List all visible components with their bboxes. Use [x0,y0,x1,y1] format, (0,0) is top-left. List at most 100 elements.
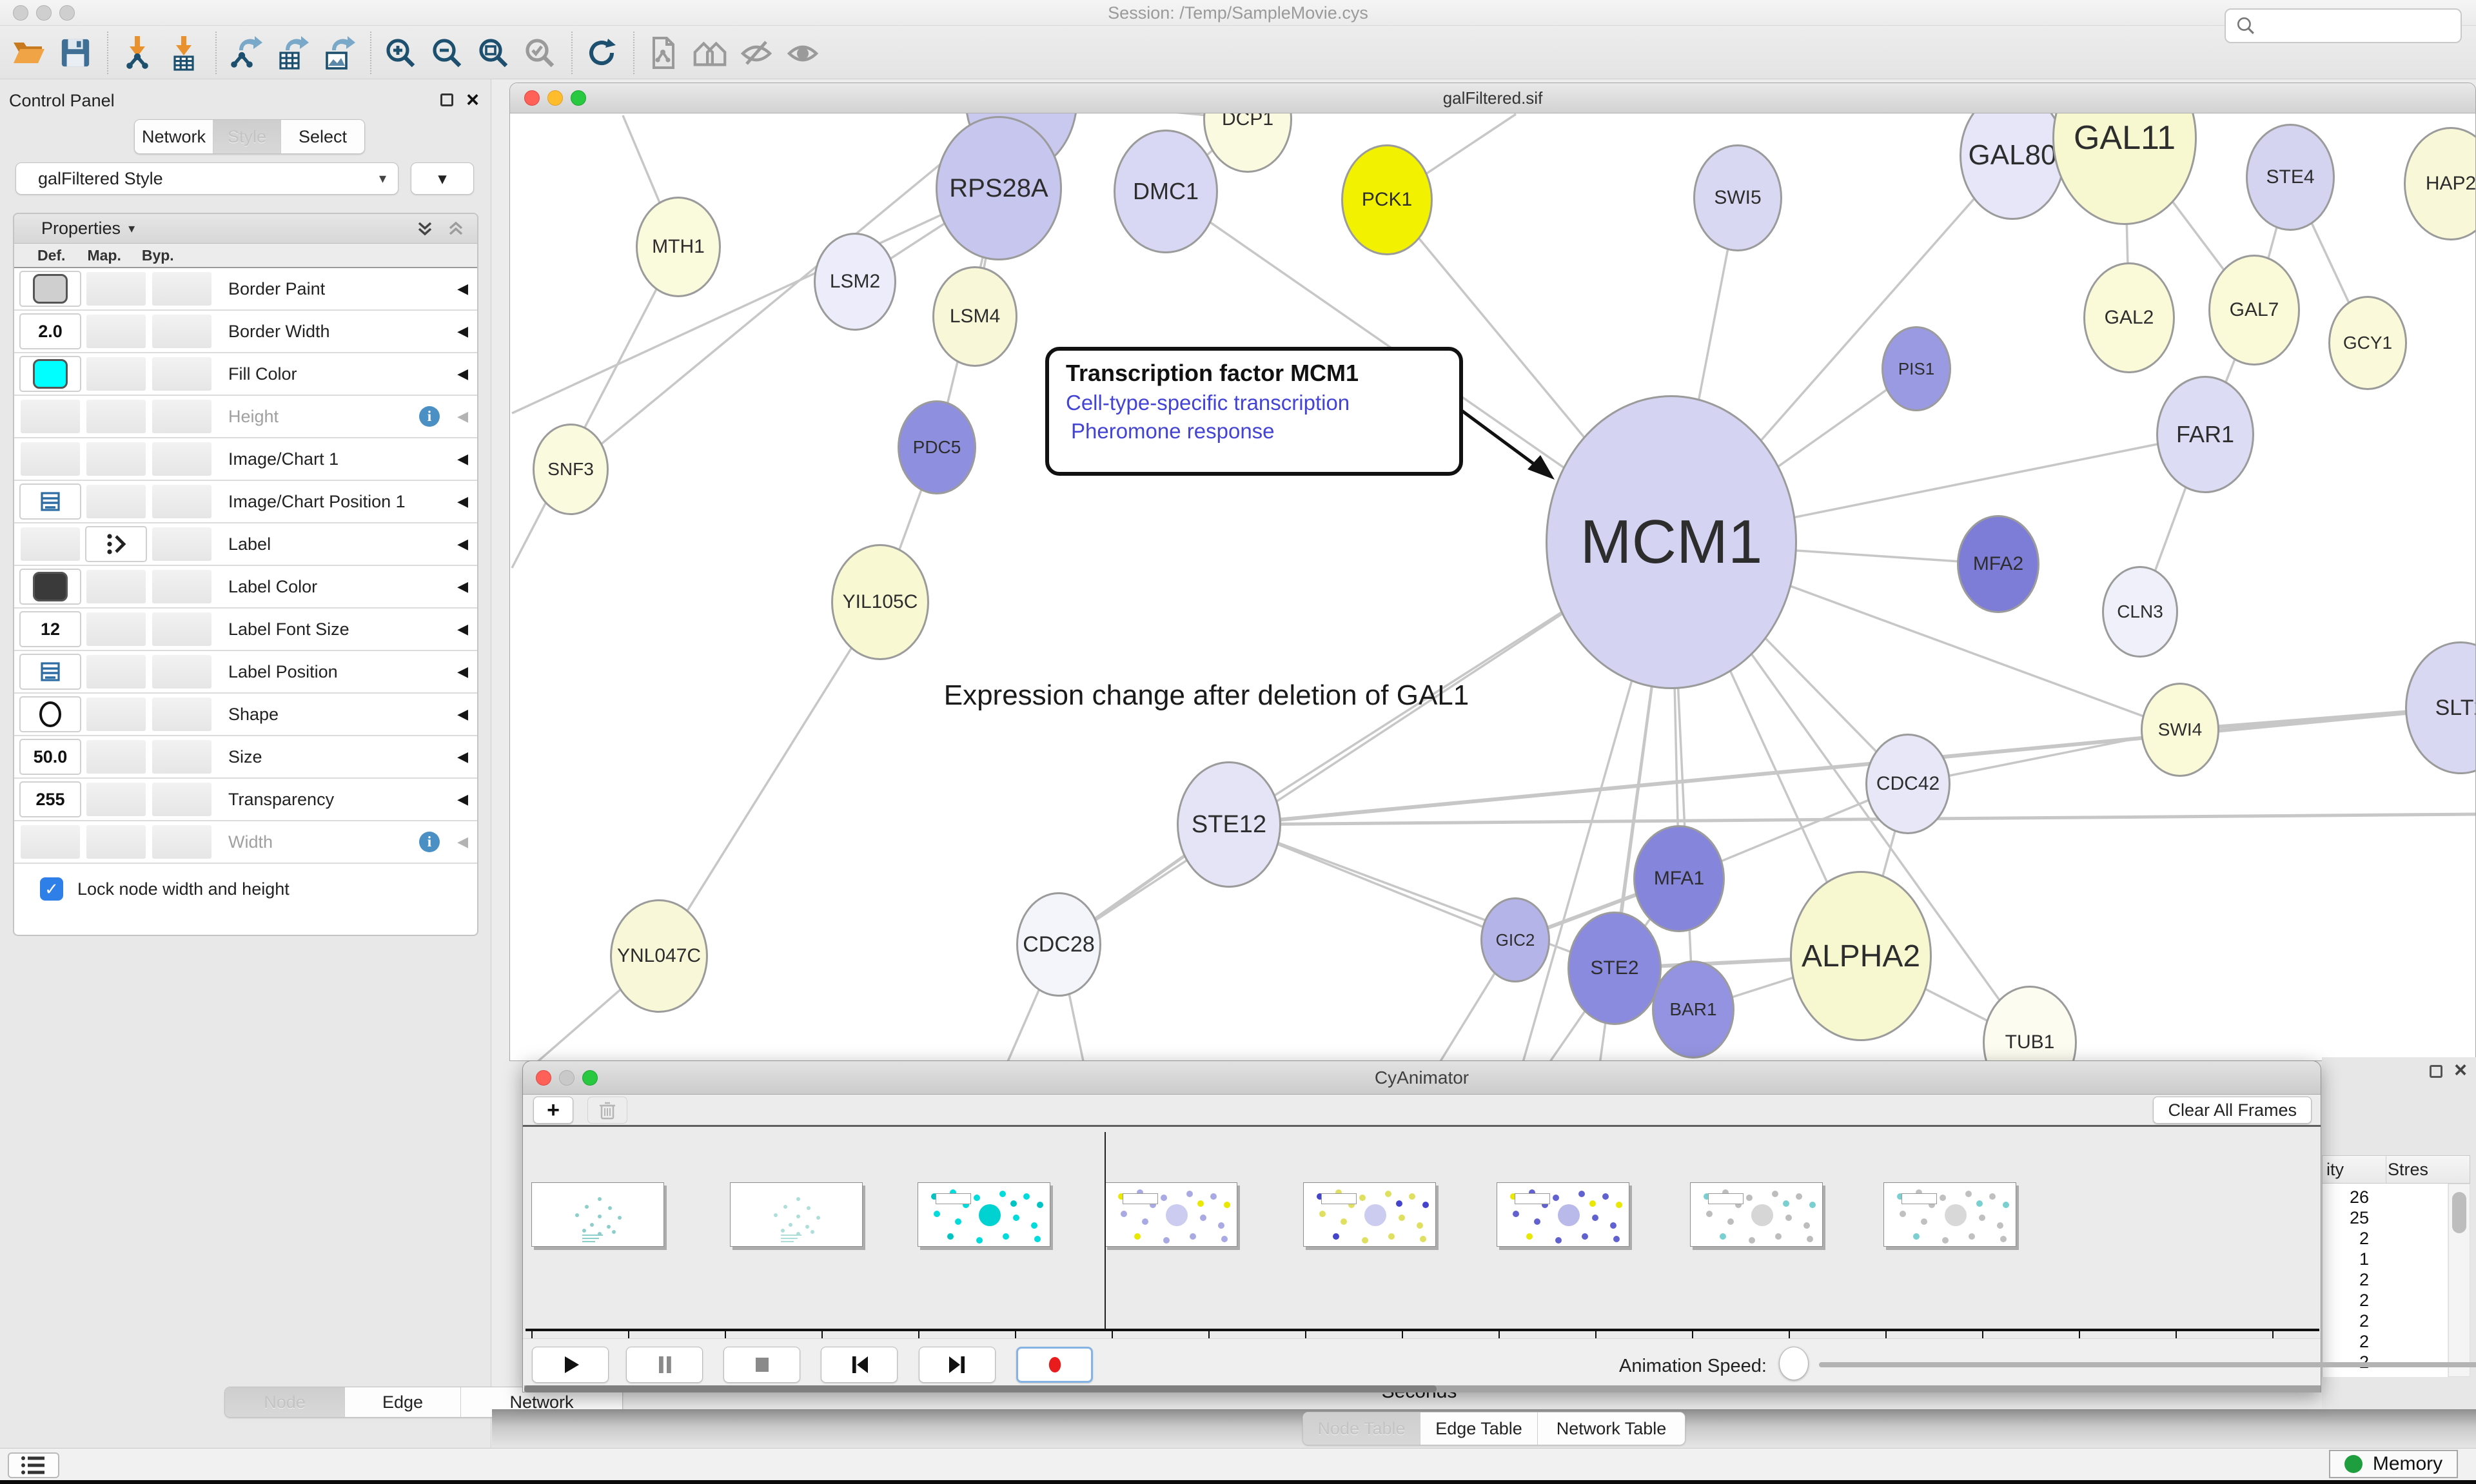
expand-row-icon[interactable]: ◀ [457,706,468,723]
tab-network-table[interactable]: Network Table [1538,1412,1685,1445]
tab-node-table[interactable]: Node Table [1303,1412,1420,1445]
expand-row-icon[interactable]: ◀ [457,451,468,467]
property-row-size[interactable]: 50.0Size◀ [14,736,477,779]
network-node-pdc5[interactable]: PDC5 [898,400,976,494]
table-cell-value[interactable]: 2 [2323,1291,2369,1311]
search-input[interactable] [2257,16,2450,36]
style-options-button[interactable]: ▾ [411,162,474,195]
property-cell[interactable] [86,485,146,518]
property-cell[interactable] [152,825,211,859]
expand-row-icon[interactable]: ◀ [457,536,468,552]
minimize-window-icon[interactable] [559,1070,575,1086]
refresh-icon[interactable] [583,32,620,73]
network-window-titlebar[interactable]: galFiltered.sif [510,83,2475,113]
lock-checkbox[interactable]: ✓ [40,877,63,901]
property-cell[interactable] [21,442,80,476]
property-cell[interactable] [86,612,146,646]
table-body[interactable]: 26252122222 [2322,1184,2448,1377]
properties-header[interactable]: Properties ▾ [14,214,477,244]
zoom-out-icon[interactable] [428,32,466,73]
property-cell[interactable] [86,655,146,688]
frame-thumbnail-1[interactable] [730,1182,863,1247]
property-cell[interactable] [86,400,146,433]
close-panel-icon[interactable]: × [466,93,479,106]
collapse-all-icon[interactable] [445,218,467,240]
property-row-label-color[interactable]: Label Color◀ [14,566,477,609]
record-button[interactable] [1016,1347,1093,1383]
property-cell[interactable] [152,740,211,774]
network-node-yil105c[interactable]: YIL105C [831,544,929,660]
network-edge[interactable] [659,602,880,956]
network-node-gcy1[interactable]: GCY1 [2328,296,2407,390]
network-node-mth1[interactable]: MTH1 [636,197,721,297]
hide-panel-icon[interactable] [738,32,775,73]
property-row-label[interactable]: Label◀ [14,523,477,566]
zoom-window-icon[interactable] [59,5,75,21]
frame-thumbnail-0[interactable] [531,1182,664,1247]
delete-frame-button[interactable] [587,1097,627,1124]
table-cell-value[interactable]: 26 [2323,1187,2369,1207]
zoom-fit-icon[interactable] [475,32,512,73]
expand-row-icon[interactable]: ◀ [457,280,468,297]
network-node-swi4[interactable]: SWI4 [2141,683,2219,777]
annotation-box[interactable]: Transcription factor MCM1 Cell-type-spec… [1045,347,1463,476]
close-panel-icon[interactable]: × [2454,1064,2467,1077]
table-cell-value[interactable]: 25 [2323,1208,2369,1228]
close-window-icon[interactable] [536,1070,551,1086]
network-node-gal7[interactable]: GAL7 [2208,255,2300,366]
network-node-lsm4[interactable]: LSM4 [932,266,1017,367]
network-canvas[interactable]: MTH1LSM2LSM4RPS28BRPS28ADMC1DCP1PCK1SNF3… [510,113,2476,1061]
property-cell[interactable]: 2.0 [21,315,80,348]
tab-select[interactable]: Select [281,120,364,153]
save-icon[interactable] [57,32,94,73]
expand-row-icon[interactable]: ◀ [457,791,468,808]
cyanimator-titlebar[interactable]: CyAnimator [523,1061,2321,1095]
network-node-gal2[interactable]: GAL2 [2083,262,2175,373]
expand-row-icon[interactable]: ◀ [457,578,468,595]
property-cell[interactable] [152,400,211,433]
tab-edge[interactable]: Edge [345,1387,461,1417]
property-row-shape[interactable]: Shape◀ [14,694,477,736]
property-row-height[interactable]: Heighti◀ [14,396,477,438]
network-node-ste2[interactable]: STE2 [1567,912,1662,1025]
playhead[interactable] [1105,1132,1106,1330]
search-box[interactable] [2225,8,2462,43]
network-node-ste12[interactable]: STE12 [1177,761,1281,888]
network-node-far1[interactable]: FAR1 [2156,376,2254,493]
expand-row-icon[interactable]: ◀ [457,366,468,382]
tab-style[interactable]: Style [213,120,281,153]
network-node-dmc1[interactable]: DMC1 [1114,130,1218,253]
network-edge[interactable] [512,247,678,568]
expand-row-icon[interactable]: ◀ [457,493,468,510]
export-network-icon[interactable] [227,32,264,73]
timeline-scrollbar-thumb[interactable] [524,1385,1437,1392]
property-cell[interactable] [86,783,146,816]
zoom-window-icon[interactable] [582,1070,598,1086]
tab-node[interactable]: Node [225,1387,345,1417]
network-node-snf3[interactable]: SNF3 [533,424,609,515]
expand-all-icon[interactable] [414,218,436,240]
property-cell[interactable] [21,357,80,391]
property-cell[interactable] [86,527,146,561]
property-cell[interactable] [152,570,211,603]
property-cell[interactable] [21,698,80,731]
property-cell[interactable] [21,485,80,518]
property-row-width[interactable]: Widthi◀ [14,821,477,864]
memory-button[interactable]: Memory [2329,1450,2458,1478]
network-node-mcm1[interactable]: MCM1 [1546,395,1797,689]
speed-slider-thumb[interactable] [1779,1347,1809,1380]
property-cell[interactable] [152,655,211,688]
property-cell[interactable] [152,698,211,731]
timeline[interactable]: 0123456789 Seconds [523,1127,2321,1338]
property-cell[interactable] [152,315,211,348]
annotation-link[interactable]: Cell-type-specific transcription [1066,391,1459,415]
table-cell-value[interactable]: 2 [2323,1332,2369,1352]
property-cell[interactable] [86,698,146,731]
property-cell[interactable] [21,400,80,433]
frame-thumbnail-6[interactable] [1690,1182,1823,1247]
network-note-text[interactable]: Expression change after deletion of GAL1 [871,679,1542,712]
home-pages-icon[interactable] [691,32,729,73]
network-node-ynl047c[interactable]: YNL047C [610,899,708,1013]
property-cell[interactable] [86,740,146,774]
property-cell[interactable]: 255 [21,783,80,816]
